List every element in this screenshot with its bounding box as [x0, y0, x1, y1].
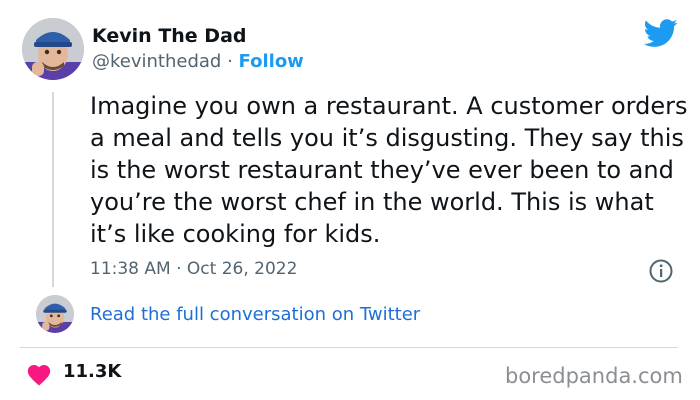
reply-avatar[interactable] [36, 295, 74, 333]
thread-line [52, 92, 54, 287]
author-handle[interactable]: @kevinthedad [92, 51, 221, 72]
tweet-timestamp[interactable]: 11:38 AM · Oct 26, 2022 [90, 259, 297, 279]
handle-row: @kevinthedad · Follow [92, 51, 304, 72]
divider [20, 347, 678, 348]
tweet-text: Imagine you own a restaurant. A customer… [90, 92, 688, 248]
handle-separator: · [227, 51, 233, 72]
twitter-bird-icon[interactable] [643, 16, 678, 50]
read-conversation-link[interactable]: Read the full conversation on Twitter [90, 304, 420, 325]
heart-icon[interactable] [26, 362, 52, 386]
author-avatar[interactable] [22, 18, 84, 80]
like-count: 11.3K [63, 361, 122, 382]
watermark: boredpanda.com [505, 364, 683, 388]
display-name[interactable]: Kevin The Dad [92, 25, 247, 47]
info-icon[interactable] [648, 258, 674, 284]
follow-link[interactable]: Follow [239, 51, 304, 72]
